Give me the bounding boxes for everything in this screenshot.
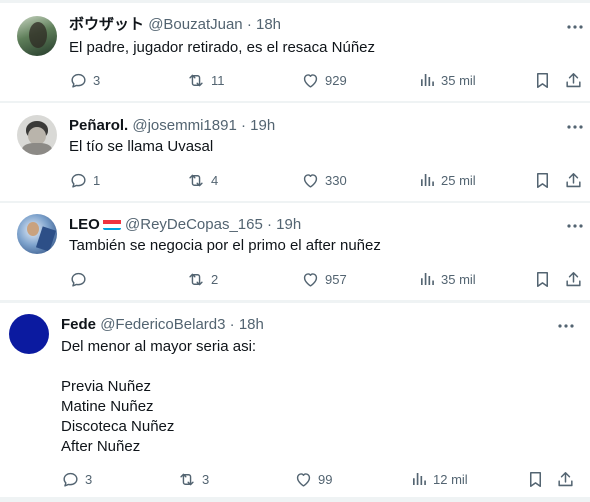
like-button[interactable]: 957 xyxy=(301,269,347,289)
views-button[interactable]: 35 mil xyxy=(418,70,476,90)
tweet-text: También se negocia por el primo el after… xyxy=(69,237,381,254)
timestamp[interactable]: · 19h xyxy=(267,216,301,233)
views-bar-chart-icon xyxy=(421,74,434,86)
display-name[interactable]: Fede xyxy=(61,316,96,333)
reply-button[interactable]: 3 xyxy=(69,70,100,90)
reply-count: 3 xyxy=(93,72,101,88)
like-button[interactable]: 330 xyxy=(301,170,347,190)
more-horizontal-icon[interactable] xyxy=(556,316,576,336)
luxembourg-flag-icon xyxy=(102,218,121,230)
share-icon xyxy=(558,471,573,486)
retweet-icon xyxy=(189,74,203,86)
share-icon xyxy=(566,72,581,87)
reply-button[interactable] xyxy=(69,269,93,289)
views-bar-chart-icon xyxy=(413,473,426,485)
like-button[interactable]: 929 xyxy=(301,70,347,90)
bookmark-icon xyxy=(536,172,549,188)
display-name[interactable]: LEO xyxy=(69,216,100,233)
avatar[interactable] xyxy=(17,115,57,155)
views-bar-chart-icon xyxy=(421,273,434,285)
reply-icon xyxy=(71,272,86,287)
more-horizontal-icon[interactable] xyxy=(565,216,585,236)
view-count: 35 mil xyxy=(441,72,476,88)
timestamp[interactable]: · 18h xyxy=(247,16,281,33)
heart-icon xyxy=(303,73,318,88)
heart-icon xyxy=(303,173,318,188)
share-icon xyxy=(566,271,581,286)
tweet-text: Del menor al mayor seria asi: Previa Nuñ… xyxy=(61,338,257,455)
share-button[interactable] xyxy=(564,269,583,289)
avatar[interactable] xyxy=(9,314,49,354)
views-button[interactable]: 12 mil xyxy=(410,469,468,489)
tweet[interactable]: Fede @FedericoBelard3 · 18h Del menor al… xyxy=(0,303,590,497)
timestamp[interactable]: · 19h xyxy=(241,117,275,134)
heart-icon xyxy=(303,272,318,287)
views-bar-chart-icon xyxy=(421,174,434,186)
retweet-button[interactable]: 3 xyxy=(177,469,209,489)
avatar[interactable] xyxy=(17,16,57,56)
retweet-count: 4 xyxy=(211,172,219,188)
retweet-icon xyxy=(189,273,203,285)
like-count: 929 xyxy=(325,72,347,88)
bookmark-button[interactable] xyxy=(526,469,545,489)
share-icon xyxy=(566,172,581,187)
tweet-text: El tío se llama Uvasal xyxy=(69,138,214,155)
bookmark-icon xyxy=(536,72,549,88)
like-count: 957 xyxy=(325,271,347,287)
retweet-icon xyxy=(189,174,203,186)
reply-icon xyxy=(63,472,78,487)
display-name[interactable]: Peñarol. xyxy=(69,117,128,134)
handle[interactable]: @BouzatJuan xyxy=(148,16,242,33)
bookmark-icon xyxy=(536,271,549,287)
more-horizontal-icon[interactable] xyxy=(565,17,585,37)
reply-icon xyxy=(71,73,86,88)
handle[interactable]: @ReyDeCopas_165 xyxy=(125,216,263,233)
tweet[interactable]: ボウザット @BouzatJuan · 18h El padre, jugado… xyxy=(0,3,590,101)
views-button[interactable]: 25 mil xyxy=(418,170,476,190)
handle[interactable]: @FedericoBelard3 xyxy=(100,316,225,333)
retweet-button[interactable]: 4 xyxy=(186,170,218,190)
reply-icon xyxy=(71,173,86,188)
bookmark-button[interactable] xyxy=(533,170,552,190)
retweet-button[interactable]: 2 xyxy=(186,269,218,289)
retweet-button[interactable]: 11 xyxy=(186,70,225,90)
retweet-count: 11 xyxy=(211,72,225,88)
like-count: 330 xyxy=(325,172,347,188)
reply-count: 3 xyxy=(85,471,93,487)
avatar[interactable] xyxy=(17,214,57,254)
reply-button[interactable]: 3 xyxy=(61,469,92,489)
retweet-count: 3 xyxy=(202,471,210,487)
retweet-count: 2 xyxy=(211,271,219,287)
more-horizontal-icon[interactable] xyxy=(565,117,585,137)
reply-button[interactable]: 1 xyxy=(69,170,100,190)
bookmark-button[interactable] xyxy=(533,269,552,289)
handle[interactable]: @josemmi1891 xyxy=(132,117,236,134)
views-button[interactable]: 35 mil xyxy=(418,269,476,289)
bookmark-button[interactable] xyxy=(533,70,552,90)
view-count: 25 mil xyxy=(441,172,476,188)
share-button[interactable] xyxy=(556,469,575,489)
heart-icon xyxy=(296,472,311,487)
bottom-separator xyxy=(0,497,590,502)
view-count: 12 mil xyxy=(433,471,468,487)
display-name[interactable]: ボウザット xyxy=(69,16,144,33)
tweet[interactable]: Peñarol. @josemmi1891 · 19h El tío se ll… xyxy=(0,103,590,201)
reply-count: 1 xyxy=(93,172,101,188)
like-count: 99 xyxy=(318,471,333,487)
retweet-icon xyxy=(180,473,194,485)
tweet[interactable]: LEO @ReyDeCopas_165 · 19h También se neg… xyxy=(0,203,590,300)
timestamp[interactable]: · 18h xyxy=(230,316,264,333)
like-button[interactable]: 99 xyxy=(294,469,332,489)
bookmark-icon xyxy=(529,471,542,487)
share-button[interactable] xyxy=(564,170,583,190)
view-count: 35 mil xyxy=(441,271,476,287)
tweet-text: El padre, jugador retirado, es el resaca… xyxy=(69,39,376,56)
share-button[interactable] xyxy=(564,70,583,90)
